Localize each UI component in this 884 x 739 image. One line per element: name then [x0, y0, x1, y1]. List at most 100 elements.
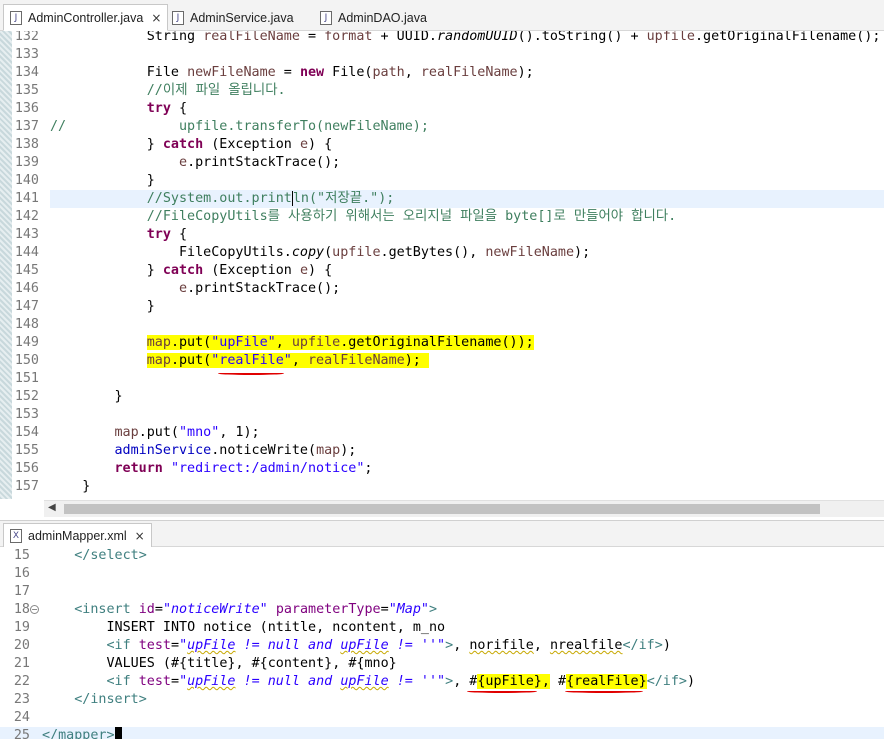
line-number: 134 [14, 65, 39, 80]
code-text: } catch (Exception e) { [50, 263, 333, 278]
code-line[interactable]: 138 } catch (Exception e) { [0, 136, 884, 154]
line-number: 137 [14, 119, 39, 134]
code-text: } [50, 479, 91, 494]
line-number: 140 [14, 173, 39, 188]
code-text: map.put("realFile", realFileName); [146, 353, 429, 368]
line-number: 136 [14, 101, 39, 116]
line-number: 15 [13, 548, 30, 563]
line-number: 151 [14, 371, 39, 386]
line-number: 142 [14, 209, 39, 224]
line-number: 132 [14, 31, 39, 44]
code-line[interactable]: 17 [0, 583, 884, 601]
close-icon[interactable]: × [135, 529, 145, 543]
code-line[interactable]: 19 INSERT INTO notice (ntitle, ncontent,… [0, 619, 884, 637]
line-number: 143 [14, 227, 39, 242]
code-line[interactable]: 135 //이제 파일 올립니다. [0, 82, 884, 100]
code-text: </insert> [74, 692, 147, 707]
code-line[interactable]: 154 map.put("mno", 1); [0, 424, 884, 442]
line-number: 150 [14, 353, 39, 368]
code-line[interactable]: 147 } [0, 298, 884, 316]
xml-code-editor[interactable]: 15 </select> 16 17 18− <insert id="noticeWr… [0, 547, 884, 739]
code-line[interactable]: 143 try { [0, 226, 884, 244]
java-file-icon: J [172, 11, 184, 25]
code-line[interactable]: 149 map.put("upFile", upfile.getOriginal… [0, 334, 884, 352]
code-line[interactable]: 155 adminService.noticeWrite(map); [0, 442, 884, 460]
code-line[interactable]: 134 File newFileName = new File(path, re… [0, 64, 884, 82]
code-line[interactable]: 15 </select> [0, 547, 884, 565]
scrollbar-thumb[interactable] [64, 504, 820, 514]
scroll-left-icon[interactable]: ◀ [48, 502, 56, 513]
java-code-editor[interactable]: 132 String realFileName = format + UUID.… [0, 31, 884, 499]
line-number: 148 [14, 317, 39, 332]
code-text: INSERT INTO notice (ntitle, ncontent, m_… [42, 620, 446, 635]
line-number: 144 [14, 245, 39, 260]
line-number: 153 [14, 407, 39, 422]
code-text: File newFileName = new File(path, realFi… [50, 65, 534, 80]
line-number: 156 [14, 461, 39, 476]
code-line[interactable]: 132 String realFileName = format + UUID.… [0, 31, 884, 46]
code-text: e.printStackTrace(); [179, 155, 341, 170]
code-line[interactable]: 137 // upfile.transferTo(newFileName); [0, 118, 884, 136]
tab-admindao[interactable]: J AdminDAO.java [314, 5, 433, 31]
code-text: <insert id="noticeWrite" parameterType="… [74, 602, 438, 617]
code-text: e.printStackTrace(); [179, 281, 341, 296]
line-number: 145 [14, 263, 39, 278]
close-icon[interactable]: × [151, 11, 161, 25]
code-text: <if test="upFile != null and upFile != '… [106, 674, 696, 689]
fold-toggle-icon[interactable]: − [30, 605, 39, 614]
code-line[interactable]: 18− <insert id="noticeWrite" parameterTy… [0, 601, 884, 619]
code-line[interactable]: 136 try { [0, 100, 884, 118]
line-number: 157 [14, 479, 39, 494]
line-number: 133 [14, 47, 39, 62]
line-number: 149 [14, 335, 39, 350]
line-number: 18 [13, 602, 30, 617]
code-line[interactable]: 156 return "redirect:/admin/notice"; [0, 460, 884, 478]
code-text: try { [146, 227, 188, 242]
red-underline-annotation [565, 690, 643, 693]
tab-adminmapper[interactable]: X adminMapper.xml × [3, 523, 152, 548]
code-line[interactable]: 24 [0, 709, 884, 727]
line-number: 139 [14, 155, 39, 170]
code-text: //System.out.println("저장끝."); [146, 191, 395, 206]
code-line[interactable]: 150 map.put("realFile", realFileName); [0, 352, 884, 370]
code-line[interactable]: 23 </insert> [0, 691, 884, 709]
code-line[interactable]: 148 [0, 316, 884, 334]
line-number: 23 [13, 692, 30, 707]
code-line[interactable]: 146 e.printStackTrace(); [0, 280, 884, 298]
line-number: 147 [14, 299, 39, 314]
code-line[interactable]: 20 <if test="upFile != null and upFile !… [0, 637, 884, 655]
code-line[interactable]: 21 VALUES (#{title}, #{content}, #{mno} [0, 655, 884, 673]
code-text: //FileCopyUtils를 사용하기 위해서는 오리지널 파일을 byte… [146, 209, 677, 224]
code-text: return "redirect:/admin/notice"; [114, 461, 373, 476]
code-line[interactable]: 22 <if test="upFile != null and upFile !… [0, 673, 884, 691]
line-number: 155 [14, 443, 39, 458]
code-text: </mapper> [42, 727, 122, 739]
code-line[interactable]: 141 //System.out.println("저장끝."); [0, 190, 884, 208]
line-number: 16 [13, 566, 30, 581]
tab-admincontroller[interactable]: J AdminController.java × [3, 4, 169, 31]
code-text: adminService.noticeWrite(map); [114, 443, 357, 458]
code-line[interactable]: 145 } catch (Exception e) { [0, 262, 884, 280]
code-text: // upfile.transferTo(newFileName); [50, 119, 429, 134]
line-number: 20 [13, 638, 30, 653]
line-number: 22 [13, 674, 30, 689]
code-line[interactable]: 153 [0, 406, 884, 424]
code-line[interactable]: 133 [0, 46, 884, 64]
line-number: 25 [13, 728, 30, 739]
java-file-icon: J [320, 11, 332, 25]
code-line[interactable]: 139 e.printStackTrace(); [0, 154, 884, 172]
code-line[interactable]: 140 } [0, 172, 884, 190]
code-line[interactable]: 152 } [0, 388, 884, 406]
code-line[interactable]: 142 //FileCopyUtils를 사용하기 위해서는 오리지널 파일을 … [0, 208, 884, 226]
code-line[interactable]: 157 } [0, 478, 884, 496]
line-number: 24 [13, 710, 30, 725]
code-line[interactable]: 25 </mapper> [0, 727, 884, 739]
tab-label: AdminService.java [190, 11, 294, 25]
code-text: map.put("upFile", upfile.getOriginalFile… [146, 335, 534, 350]
horizontal-scrollbar[interactable]: ◀ [44, 500, 884, 517]
code-line[interactable]: 151 [0, 370, 884, 388]
code-line[interactable]: 144 FileCopyUtils.copy(upfile.getBytes()… [0, 244, 884, 262]
tab-label: adminMapper.xml [28, 528, 127, 543]
tab-adminservice[interactable]: J AdminService.java [166, 5, 300, 31]
code-line[interactable]: 16 [0, 565, 884, 583]
